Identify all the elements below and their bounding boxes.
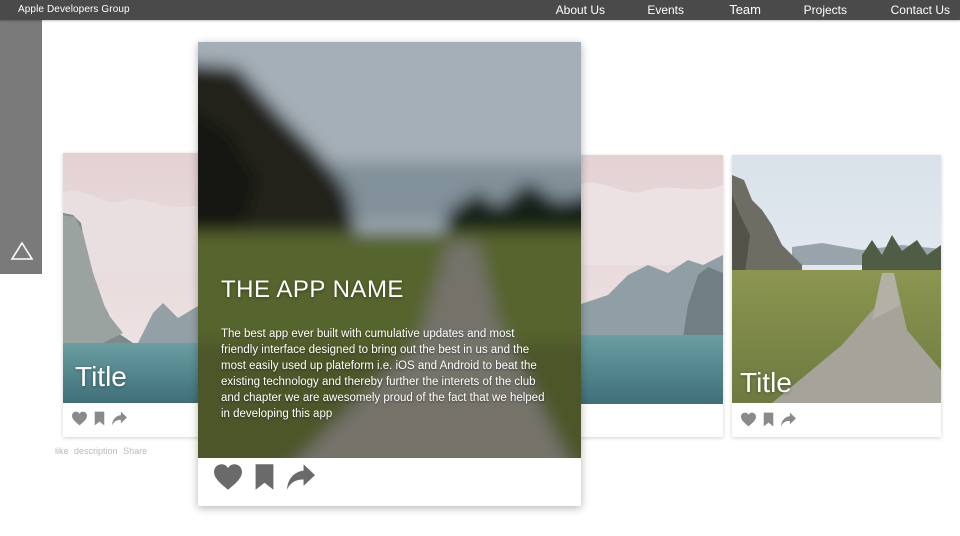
nav-events[interactable]: Events: [647, 3, 684, 17]
bookmark-icon[interactable]: [254, 463, 275, 491]
app-description: The best app ever built with cumulative …: [221, 328, 545, 420]
like-label: like: [55, 446, 69, 456]
share-arrow-icon[interactable]: [780, 412, 797, 427]
top-navigation-bar: Apple Developers Group About Us Events T…: [0, 0, 960, 20]
app-card[interactable]: Title: [63, 153, 203, 437]
nav-team[interactable]: Team: [729, 2, 761, 17]
card-title: Title: [740, 367, 792, 398]
card-image: [732, 155, 941, 403]
card-image: [578, 155, 723, 404]
brand-title[interactable]: Apple Developers Group: [18, 4, 130, 15]
triangle-up-icon[interactable]: [10, 240, 34, 262]
nav-projects[interactable]: Projects: [804, 3, 847, 17]
action-labels: like description Share: [55, 446, 150, 456]
card-actions: [71, 411, 128, 426]
share-arrow-icon[interactable]: [285, 463, 317, 491]
description-label: description: [74, 446, 118, 456]
bookmark-icon[interactable]: [94, 411, 105, 426]
share-label: Share: [123, 446, 148, 456]
nav-about-us[interactable]: About Us: [556, 3, 605, 17]
app-card[interactable]: [578, 155, 723, 437]
app-name-title: THE APP NAME: [221, 276, 404, 303]
featured-app-card[interactable]: THE APP NAME The best app ever built wit…: [198, 42, 581, 506]
app-card[interactable]: Title: [732, 155, 941, 437]
heart-icon[interactable]: [71, 411, 88, 426]
nav-contact-us[interactable]: Contact Us: [891, 3, 950, 17]
side-panel: [0, 20, 42, 274]
featured-actions: [212, 463, 317, 491]
card-actions: [740, 412, 797, 427]
heart-icon[interactable]: [212, 463, 244, 491]
heart-icon[interactable]: [740, 412, 757, 427]
bookmark-icon[interactable]: [763, 412, 774, 427]
share-arrow-icon[interactable]: [111, 411, 128, 426]
card-title: Title: [75, 361, 127, 392]
